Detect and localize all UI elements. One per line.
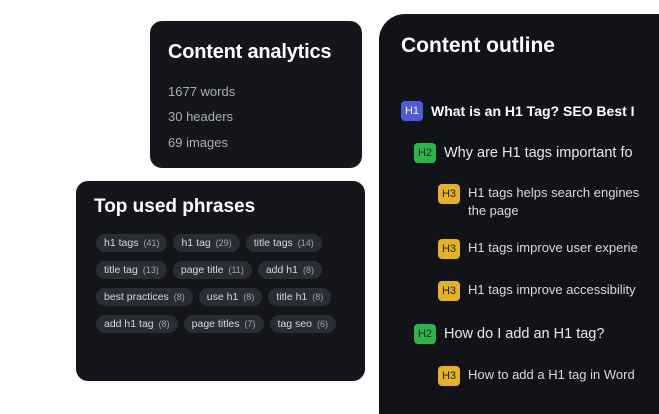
h3-badge: H3 [438, 366, 460, 386]
phrase-chip[interactable]: best practices (8) [96, 288, 193, 306]
content-analytics-title: Content analytics [168, 41, 332, 63]
outline-heading-text: What is an H1 Tag? SEO Best I [431, 103, 635, 119]
outline-heading-text: How do I add an H1 tag? [444, 326, 605, 342]
phrase-label: page title [180, 264, 224, 276]
outline-heading-text-continued: the page [468, 203, 519, 218]
phrase-chip[interactable]: tag seo (6) [269, 315, 336, 333]
phrase-chip-list: h1 tags (41) h1 tag (29) title tags (14) ti… [96, 234, 356, 333]
phrase-count: (8) [302, 265, 314, 275]
outline-heading-text: Why are H1 tags important fo [444, 145, 633, 161]
header-count: 30 headers [168, 109, 234, 124]
phrase-count: (6) [316, 319, 328, 329]
phrase-chip[interactable]: title h1 (8) [268, 288, 332, 306]
phrase-count: (41) [143, 238, 160, 248]
outline-item-h3[interactable]: H3 H1 tags improve accessibility [438, 281, 636, 301]
top-phrases-title: Top used phrases [94, 196, 256, 217]
phrase-count: (13) [142, 265, 159, 275]
outline-heading-text: H1 tags improve accessibility [468, 282, 636, 297]
content-outline-title: Content outline [401, 34, 555, 57]
phrase-count: (8) [158, 319, 170, 329]
phrase-count: (7) [244, 319, 256, 329]
phrase-label: title tag [104, 264, 138, 276]
phrase-count: (11) [228, 265, 244, 275]
phrase-label: page titles [191, 318, 240, 330]
outline-item-h3[interactable]: H3 H1 tags helps search engines the page [438, 184, 639, 220]
phrase-chip[interactable]: add h1 tag (8) [96, 315, 178, 333]
h2-badge: H2 [414, 143, 436, 163]
top-phrases-card: Top used phrases h1 tags (41) h1 tag (29) … [76, 181, 365, 381]
phrase-label: add h1 tag [104, 318, 154, 330]
phrase-count: (14) [297, 238, 314, 248]
outline-item-h3[interactable]: H3 H1 tags improve user experie [438, 239, 638, 259]
phrase-label: tag seo [277, 318, 312, 330]
outline-item-h1[interactable]: H1 What is an H1 Tag? SEO Best I [401, 101, 635, 121]
outline-heading-text-block: H1 tags helps search engines the page [468, 184, 639, 220]
phrase-label: add h1 [265, 264, 298, 276]
outline-item-h2[interactable]: H2 Why are H1 tags important fo [414, 143, 633, 163]
outline-heading-text: How to add a H1 tag in Word [468, 367, 635, 382]
phrase-chip[interactable]: page titles (7) [183, 315, 264, 333]
phrase-chip[interactable]: page title (11) [172, 261, 252, 279]
phrase-count: (8) [243, 292, 255, 302]
h3-badge: H3 [438, 184, 460, 204]
h2-badge: H2 [414, 324, 436, 344]
phrase-chip[interactable]: h1 tags (41) [96, 234, 168, 252]
phrase-label: use h1 [206, 291, 239, 303]
outline-item-h3[interactable]: H3 How to add a H1 tag in Word [438, 366, 635, 386]
h3-badge: H3 [438, 239, 460, 259]
h3-badge: H3 [438, 281, 460, 301]
phrase-count: (8) [173, 292, 185, 302]
image-count: 69 images [168, 135, 228, 150]
phrase-chip[interactable]: add h1 (8) [257, 261, 322, 279]
phrase-label: h1 tag [181, 237, 211, 249]
outline-heading-text: H1 tags helps search engines [468, 185, 640, 200]
phrase-chip[interactable]: title tags (14) [245, 234, 322, 252]
phrase-label: h1 tags [104, 237, 139, 249]
phrase-label: title tags [253, 237, 293, 249]
phrase-label: title h1 [276, 291, 308, 303]
phrase-label: best practices [104, 291, 169, 303]
word-count: 1677 words [168, 84, 236, 99]
phrase-count: (8) [312, 292, 324, 302]
phrase-count: (29) [215, 238, 232, 248]
h1-badge: H1 [401, 101, 423, 121]
phrase-chip[interactable]: h1 tag (29) [173, 234, 240, 252]
outline-heading-text: H1 tags improve user experie [468, 240, 638, 255]
phrase-chip[interactable]: title tag (13) [96, 261, 167, 279]
content-outline-panel: Content outline H1 What is an H1 Tag? SE… [379, 14, 659, 414]
phrase-chip[interactable]: use h1 (8) [198, 288, 263, 306]
outline-item-h2[interactable]: H2 How do I add an H1 tag? [414, 324, 604, 344]
content-analytics-card: Content analytics 1677 words 30 headers … [150, 21, 362, 168]
